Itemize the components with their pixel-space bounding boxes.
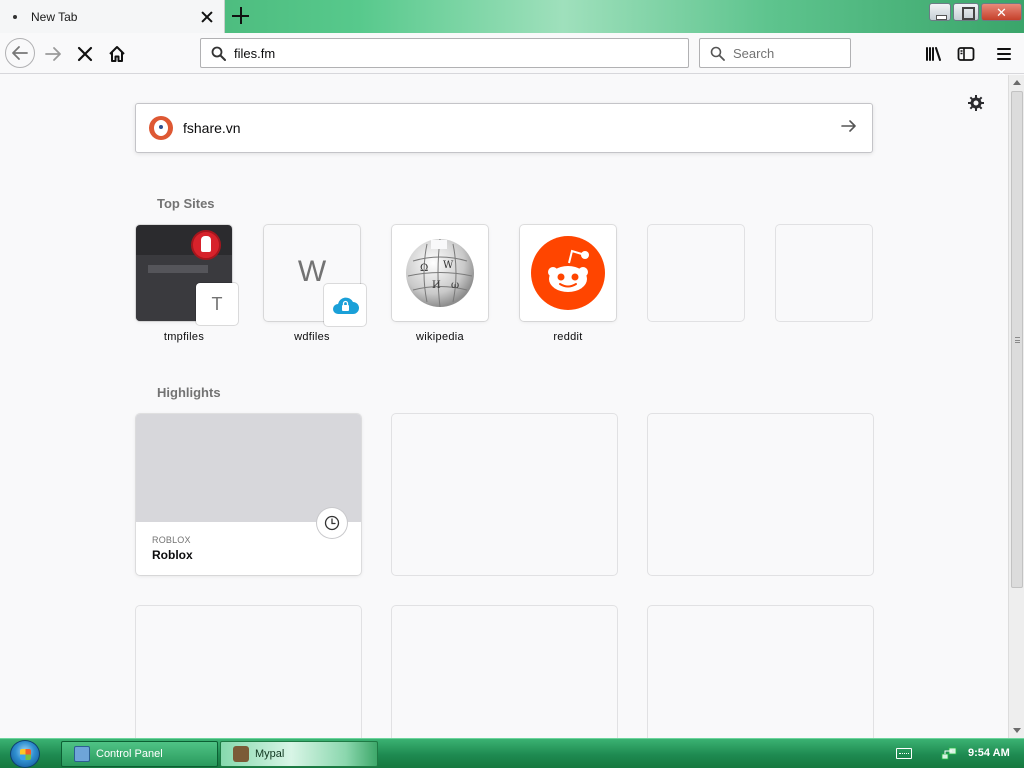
start-button[interactable]: [10, 740, 40, 768]
top-site-placeholder: [776, 225, 872, 321]
scroll-down-arrow-icon[interactable]: [1013, 728, 1021, 733]
highlight-thumbnail: [136, 414, 361, 522]
web-search-box[interactable]: fshare.vn: [135, 103, 873, 153]
stop-hand-icon: [191, 230, 221, 260]
hamburger-menu-icon: [997, 48, 1011, 60]
svg-text:ω: ω: [451, 280, 459, 291]
tab-new-tab[interactable]: New Tab: [0, 0, 225, 33]
search-icon: [710, 46, 725, 61]
top-site-tile-wikipedia[interactable]: Ω WИω: [392, 225, 488, 321]
sidebar-button[interactable]: [952, 40, 980, 68]
new-tab-plus-icon[interactable]: [232, 7, 250, 25]
highlight-source: ROBLOX: [152, 535, 191, 545]
navigation-toolbar: files.fm Search: [0, 33, 1024, 74]
system-clock[interactable]: 9:54 AM: [968, 747, 1010, 759]
menu-button[interactable]: [990, 40, 1018, 68]
keyboard-icon[interactable]: [896, 748, 912, 759]
taskbar: Control Panel Mypal 9:54 AM: [0, 738, 1024, 768]
highlight-placeholder: [648, 606, 873, 738]
cloud-lock-favicon-icon: [324, 284, 366, 326]
search-go-arrow-icon[interactable]: [840, 118, 858, 139]
highlights-heading: Highlights: [157, 385, 221, 400]
close-tab-icon[interactable]: [199, 9, 215, 25]
taskbar-item-label: Mypal: [255, 748, 285, 760]
top-site-label[interactable]: reddit: [520, 331, 616, 343]
wikipedia-globe-icon: Ω WИ ω: [406, 238, 474, 308]
search-bar[interactable]: Search: [699, 38, 851, 68]
top-site-label[interactable]: tmpfiles: [136, 331, 232, 343]
close-window-button[interactable]: ✕: [981, 3, 1022, 21]
taskbar-item-control-panel[interactable]: Control Panel: [61, 741, 218, 767]
home-icon: [109, 46, 125, 62]
highlight-card-roblox[interactable]: ROBLOX Roblox: [136, 414, 361, 575]
taskbar-item-label: Control Panel: [96, 748, 163, 760]
stop-loading-button[interactable]: [71, 40, 99, 68]
search-query-text[interactable]: fshare.vn: [183, 120, 840, 136]
new-tab-page: fshare.vn Top Sites T tmpfiles W wdfiles…: [0, 75, 1008, 738]
url-text[interactable]: files.fm: [234, 46, 275, 61]
back-button[interactable]: [5, 38, 35, 68]
forward-arrow-icon: [45, 47, 61, 61]
scroll-up-arrow-icon[interactable]: [1013, 80, 1021, 85]
reddit-alien-icon: [531, 236, 605, 310]
highlight-placeholder: [392, 606, 617, 738]
top-site-tile-reddit[interactable]: [520, 225, 616, 321]
top-site-placeholder: [648, 225, 744, 321]
highlight-title: Roblox: [152, 548, 193, 562]
tmpfiles-favicon: T: [196, 283, 238, 325]
mypal-icon: [233, 746, 249, 762]
history-clock-icon: [317, 508, 347, 538]
control-panel-icon: [74, 746, 90, 762]
highlight-placeholder: [392, 414, 617, 575]
minimize-window-button[interactable]: [929, 3, 951, 21]
highlight-placeholder: [136, 606, 361, 738]
sidebar-icon: [957, 47, 975, 61]
tab-loading-indicator: [13, 14, 17, 19]
library-icon: [926, 47, 941, 61]
highlight-placeholder: [648, 414, 873, 575]
vertical-scrollbar[interactable]: [1008, 75, 1024, 738]
duckduckgo-logo-icon: [149, 116, 173, 140]
scrollbar-thumb[interactable]: [1011, 91, 1023, 588]
tab-title: New Tab: [31, 9, 78, 24]
tab-strip: New Tab ✕: [0, 0, 1024, 33]
search-placeholder: Search: [733, 45, 775, 61]
stop-x-icon: [77, 46, 93, 62]
library-button[interactable]: [920, 40, 948, 68]
customize-gear-icon[interactable]: [967, 94, 985, 117]
close-x-icon: ✕: [996, 6, 1007, 21]
svg-text:И: И: [432, 280, 441, 291]
search-icon: [211, 46, 226, 61]
svg-text:W: W: [443, 260, 454, 271]
home-button[interactable]: [103, 40, 131, 68]
back-arrow-icon: [12, 46, 28, 60]
svg-text:Ω: Ω: [420, 263, 428, 274]
restore-window-button[interactable]: [953, 3, 979, 21]
url-bar[interactable]: files.fm: [200, 38, 689, 68]
site-letter-fallback: W: [297, 255, 327, 288]
top-sites-heading: Top Sites: [157, 196, 215, 211]
network-icon[interactable]: [941, 746, 957, 760]
forward-button[interactable]: [39, 40, 67, 68]
taskbar-item-mypal[interactable]: Mypal: [220, 741, 378, 767]
top-site-label[interactable]: wikipedia: [392, 331, 488, 343]
top-site-label[interactable]: wdfiles: [264, 331, 360, 343]
